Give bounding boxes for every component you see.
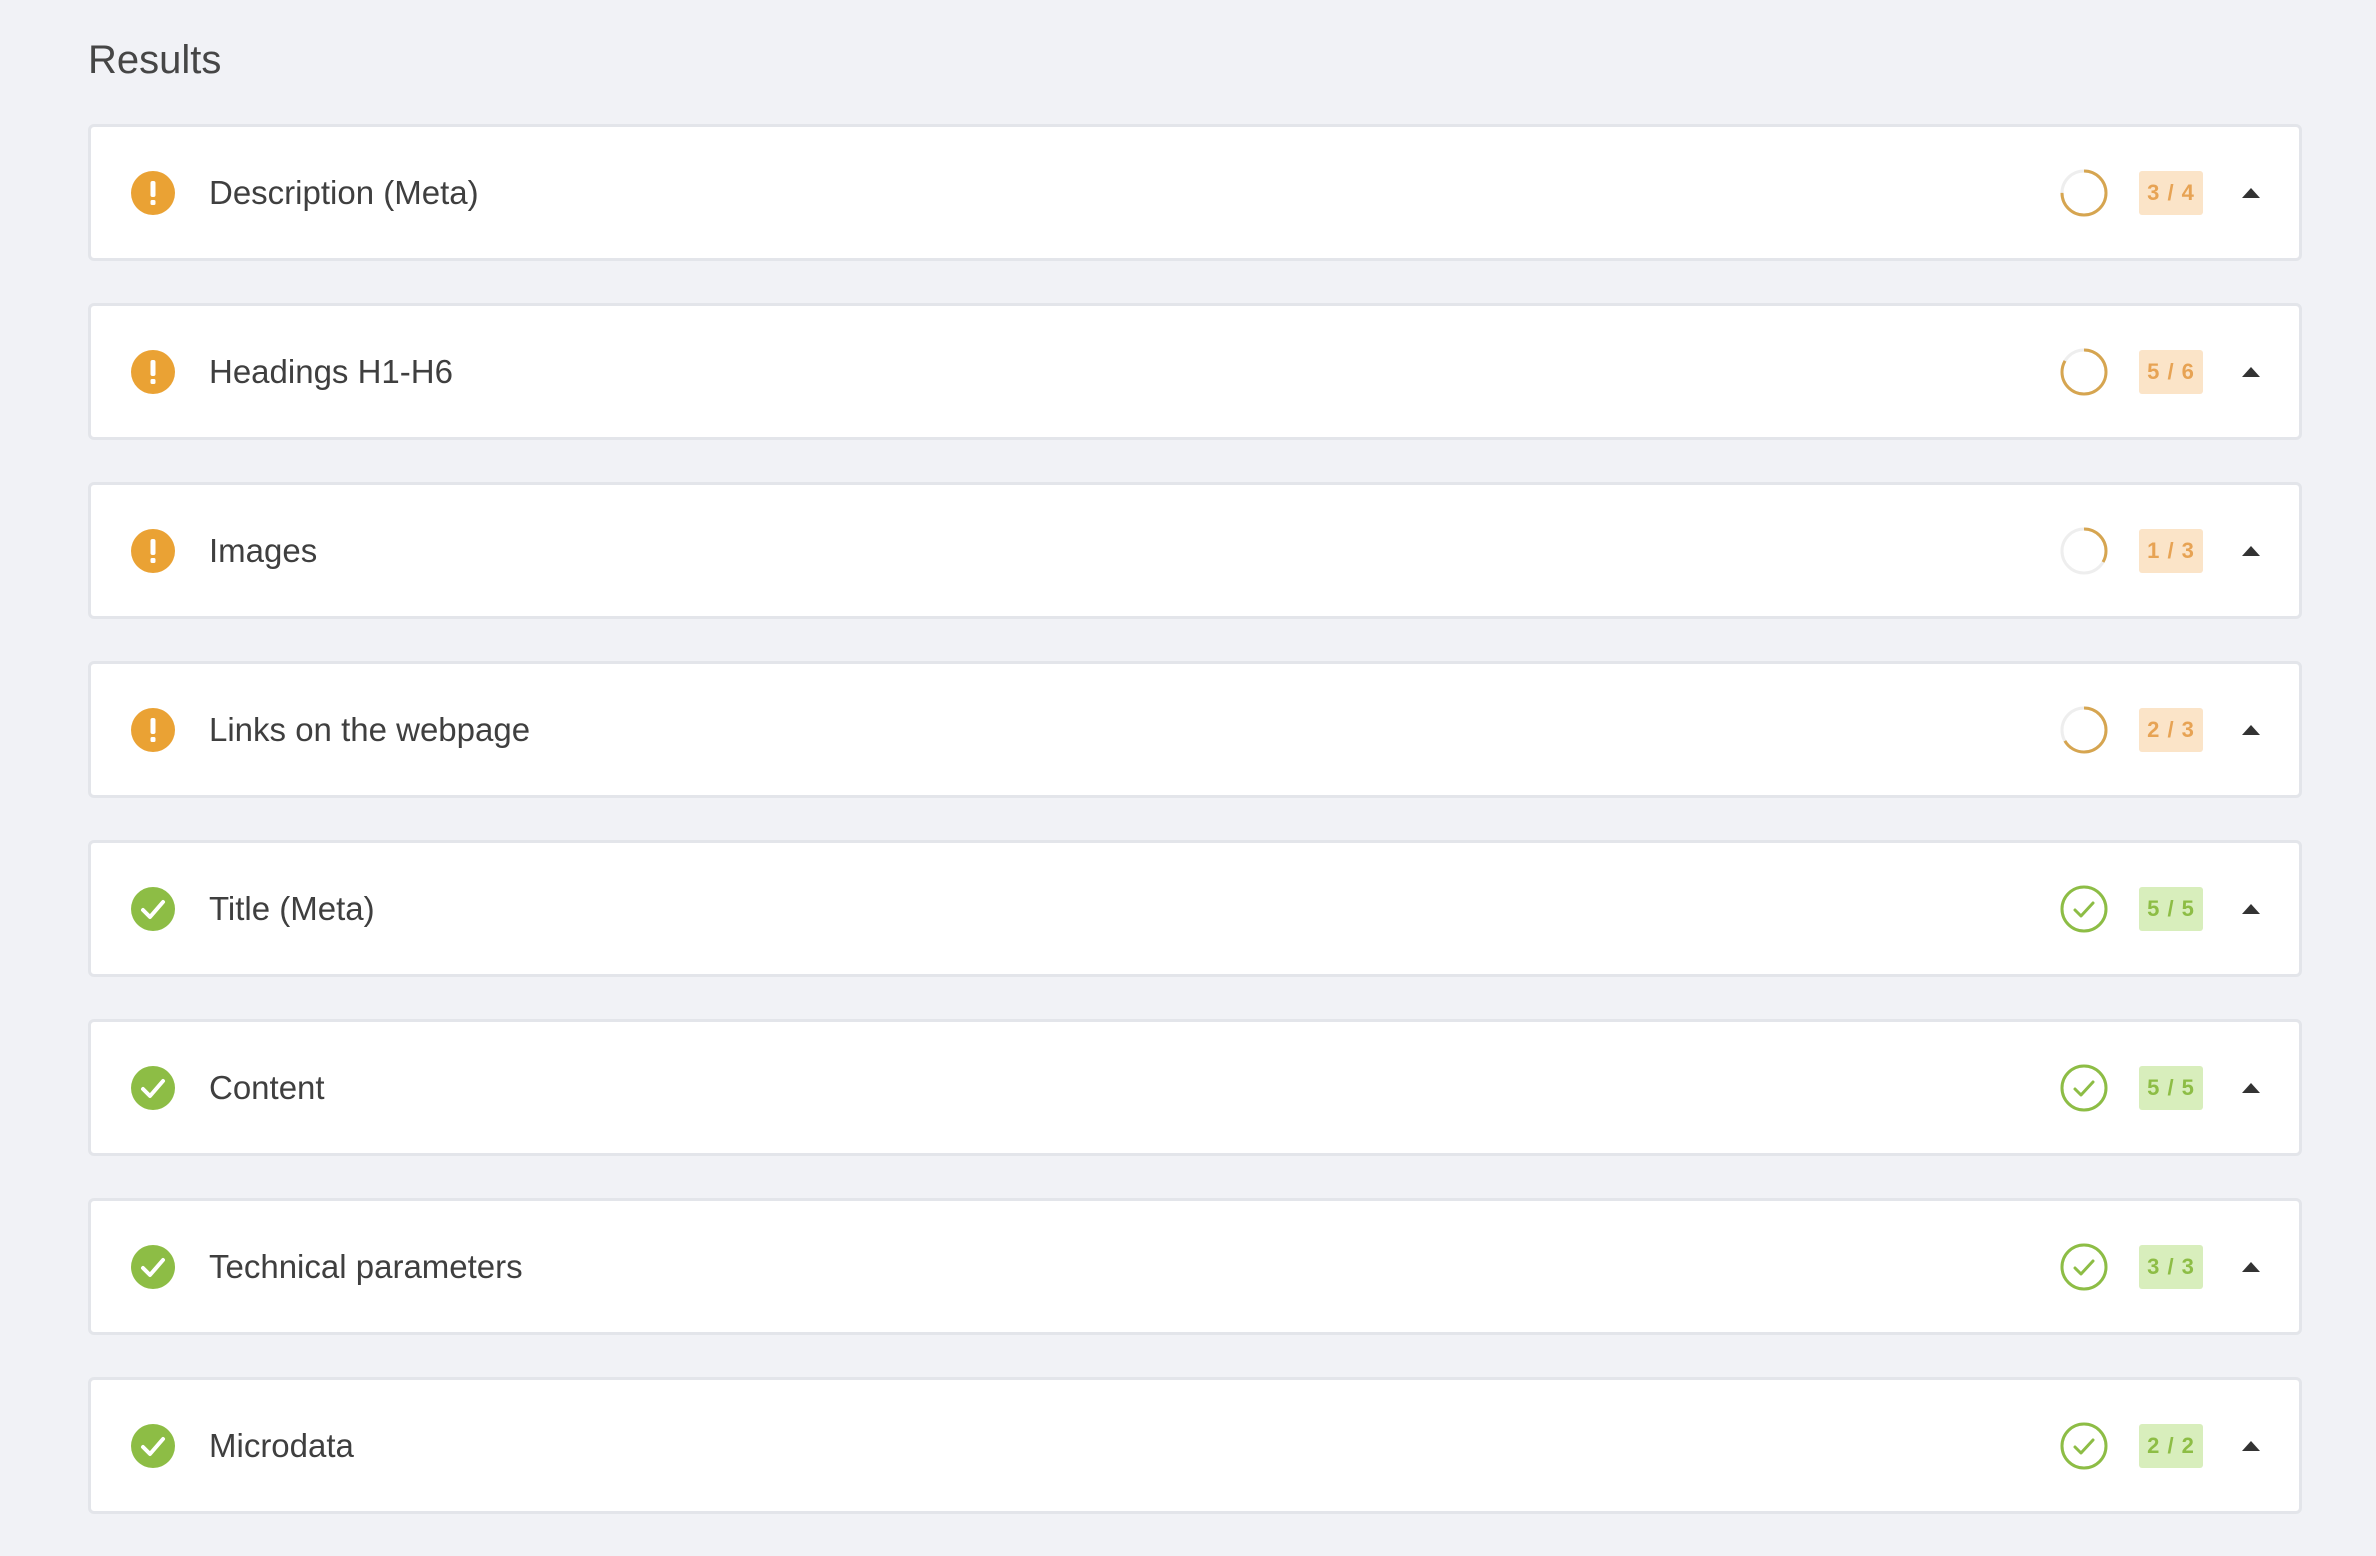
caret-up-shape (2242, 1082, 2260, 1093)
result-item-label: Content (209, 1068, 325, 1106)
score-badge: 5 / 6 (2139, 349, 2203, 394)
caret-up-icon[interactable] (2231, 1247, 2271, 1287)
result-item-label: Images (209, 531, 318, 569)
result-item-images[interactable]: Images 1 / 3 (88, 482, 2302, 619)
score-badge: 5 / 5 (2139, 1065, 2203, 1110)
result-item-label: Headings H1-H6 (209, 352, 453, 390)
caret-up-shape (2242, 1261, 2260, 1272)
progress-ring-icon (2058, 525, 2110, 577)
caret-up-icon[interactable] (2231, 889, 2271, 929)
caret-up-icon[interactable] (2231, 1068, 2271, 1108)
caret-up-icon[interactable] (2231, 710, 2271, 750)
warning-icon (131, 707, 175, 752)
result-item-title-meta[interactable]: Title (Meta) 5 / 5 (88, 840, 2302, 977)
score-badge: 1 / 3 (2139, 528, 2203, 573)
caret-up-icon[interactable] (2231, 173, 2271, 213)
result-item-label: Technical parameters (209, 1247, 523, 1285)
caret-up-icon[interactable] (2231, 531, 2271, 571)
check-circle-icon (2058, 1420, 2110, 1472)
caret-up-icon[interactable] (2231, 1426, 2271, 1466)
result-item-technical-parameters[interactable]: Technical parameters 3 / 3 (88, 1198, 2302, 1335)
caret-up-shape (2242, 545, 2260, 556)
caret-up-shape (2242, 366, 2260, 377)
caret-up-icon[interactable] (2231, 352, 2271, 392)
success-check-icon (131, 1423, 175, 1468)
score-badge: 3 / 3 (2139, 1244, 2203, 1289)
caret-up-shape (2242, 903, 2260, 914)
progress-ring-icon (2058, 346, 2110, 398)
result-item-headings-h1-h6[interactable]: Headings H1-H6 5 / 6 (88, 303, 2302, 440)
success-check-icon (131, 1065, 175, 1110)
score-badge: 3 / 4 (2139, 170, 2203, 215)
check-circle-icon (2058, 883, 2110, 935)
success-check-icon (131, 886, 175, 931)
check-circle-icon (2058, 1062, 2110, 1114)
success-check-icon (131, 1244, 175, 1289)
score-badge: 2 / 2 (2139, 1423, 2203, 1468)
caret-up-shape (2242, 187, 2260, 198)
result-item-label: Description (Meta) (209, 173, 479, 211)
result-item-links-on-the-webpage[interactable]: Links on the webpage 2 / 3 (88, 661, 2302, 798)
score-badge: 2 / 3 (2139, 707, 2203, 752)
result-item-label: Links on the webpage (209, 710, 531, 748)
result-item-label: Title (Meta) (209, 889, 375, 927)
progress-ring-icon (2058, 167, 2110, 219)
warning-icon (131, 349, 175, 394)
caret-up-shape (2242, 1440, 2260, 1451)
caret-up-shape (2242, 724, 2260, 735)
warning-icon (131, 170, 175, 215)
page-title: Results (88, 38, 222, 82)
check-circle-icon (2058, 1241, 2110, 1293)
result-item-description-meta[interactable]: Description (Meta) 3 / 4 (88, 124, 2302, 261)
result-item-label: Microdata (209, 1426, 354, 1464)
progress-ring-icon (2058, 704, 2110, 756)
warning-icon (131, 528, 175, 573)
score-badge: 5 / 5 (2139, 886, 2203, 931)
result-item-microdata[interactable]: Microdata 2 / 2 (88, 1377, 2302, 1514)
result-item-content[interactable]: Content 5 / 5 (88, 1019, 2302, 1156)
results-list: Description (Meta) 3 / 4 Headings H1-H6 5 /… (88, 124, 2302, 1556)
